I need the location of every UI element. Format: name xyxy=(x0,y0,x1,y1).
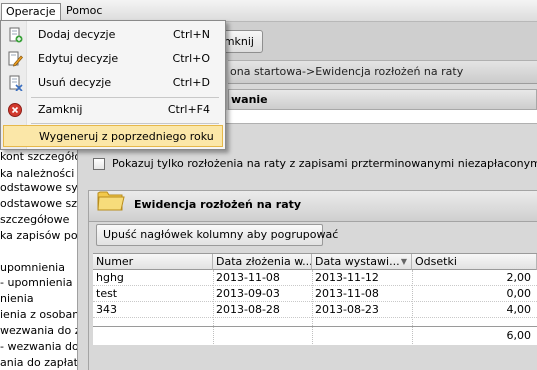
menu-item-usun-decyzje[interactable]: Usuń decyzje Ctrl+D xyxy=(3,72,223,94)
summary-row: 6,00 xyxy=(93,326,537,344)
nav-item[interactable]: ka zapisów poda xyxy=(0,227,77,245)
menu-item-label: Edytuj decyzje xyxy=(38,52,119,65)
menu-item-shortcut: Ctrl+D xyxy=(172,76,210,89)
table-cell[interactable]: hghg xyxy=(93,270,213,286)
table-cell[interactable]: 0,00 xyxy=(412,286,537,302)
column-header-data-wystawienia-label: Data wystawi... xyxy=(315,255,400,268)
menu-operacje[interactable]: Operacje xyxy=(1,3,61,20)
group-by-drop-zone[interactable]: Upuść nagłówek kolumny aby pogrupować xyxy=(96,224,338,246)
menu-pomoc[interactable]: Pomoc xyxy=(62,3,106,20)
table-cell[interactable]: 2013-08-23 xyxy=(312,302,412,318)
section-header: wanie xyxy=(228,89,537,110)
table-cell[interactable]: 2013-09-03 xyxy=(213,286,312,302)
edit-document-icon xyxy=(8,51,23,67)
menu-separator xyxy=(31,97,219,98)
menu-item-label: Wygeneruj z poprzedniego roku xyxy=(39,130,214,143)
sort-arrow-icon: ▼ xyxy=(400,257,407,266)
menu-separator xyxy=(31,123,219,124)
nav-item[interactable]: kont szczegółow xyxy=(0,148,77,166)
summary-odsetki: 6,00 xyxy=(506,329,532,342)
table-cell[interactable]: 343 xyxy=(93,302,213,318)
table-cell[interactable]: test xyxy=(93,286,213,302)
add-document-icon xyxy=(9,27,23,43)
menu-item-wygeneruj-z-poprzedniego-roku[interactable]: Wygeneruj z poprzedniego roku xyxy=(3,125,223,147)
menu-item-label: Zamknij xyxy=(38,103,83,116)
close-red-icon xyxy=(8,103,22,117)
operacje-dropdown-menu: Dodaj decyzje Ctrl+N Edytuj decyzje Ctrl… xyxy=(0,20,226,150)
column-header-numer[interactable]: Numer xyxy=(93,254,213,270)
table-cell[interactable]: 2013-11-08 xyxy=(312,286,412,302)
nav-item[interactable]: ania do zapłaty xyxy=(0,354,77,370)
table-cell[interactable]: 4,00 xyxy=(412,302,537,318)
menu-item-shortcut: Ctrl+F4 xyxy=(167,103,210,116)
data-grid: Numer Data złożenia w... Data wystawi...… xyxy=(93,253,537,345)
column-header-odsetki[interactable]: Odsetki xyxy=(412,254,537,270)
menu-item-zamknij[interactable]: Zamknij Ctrl+F4 xyxy=(3,99,223,121)
menu-item-shortcut: Ctrl+N xyxy=(172,28,210,41)
table-cell[interactable]: 2013-11-08 xyxy=(213,270,312,286)
table-cell[interactable]: 2013-08-28 xyxy=(213,302,312,318)
overdue-filter-checkbox[interactable] xyxy=(93,158,105,170)
folder-icon xyxy=(97,191,125,211)
column-header-data-zlozenia[interactable]: Data złożenia w... xyxy=(213,254,312,270)
menu-item-shortcut: Ctrl+O xyxy=(172,52,210,65)
menu-bar: Operacje Pomoc xyxy=(0,0,537,22)
menu-item-dodaj-decyzje[interactable]: Dodaj decyzje Ctrl+N xyxy=(3,24,223,46)
menu-item-label: Usuń decyzje xyxy=(38,76,112,89)
breadcrumb: ona startowa->Ewidencja rozłożeń na raty xyxy=(228,60,537,84)
table-cell[interactable]: 2,00 xyxy=(412,270,537,286)
group-title: Ewidencja rozłożeń na raty xyxy=(134,198,302,211)
table-cell[interactable]: 2013-11-12 xyxy=(312,270,412,286)
delete-document-icon xyxy=(9,75,23,91)
column-header-data-wystawienia[interactable]: Data wystawi... ▼ xyxy=(312,254,412,270)
menu-item-edytuj-decyzje[interactable]: Edytuj decyzje Ctrl+O xyxy=(3,48,223,70)
menu-item-label: Dodaj decyzje xyxy=(38,28,116,41)
overdue-filter-label: Pokazuj tylko rozłożenia na raty z zapis… xyxy=(112,157,537,170)
